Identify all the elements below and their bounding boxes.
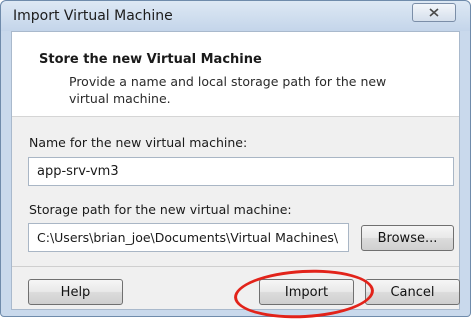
import-vm-dialog: Import Virtual Machine Store the new Vir… [0, 0, 471, 322]
help-button[interactable]: Help [28, 279, 123, 305]
footer-divider [12, 266, 459, 267]
header-description: Provide a name and local storage path fo… [69, 74, 387, 106]
title-bar[interactable]: Import Virtual Machine [1, 1, 470, 31]
cancel-button[interactable]: Cancel [365, 279, 460, 305]
window-title: Import Virtual Machine [13, 8, 173, 24]
path-label: Storage path for the new virtual machine… [29, 202, 292, 217]
vm-name-input[interactable]: app-srv-vm3 [28, 157, 454, 186]
import-button[interactable]: Import [259, 279, 354, 305]
name-label: Name for the new virtual machine: [29, 135, 248, 150]
storage-path-input[interactable]: C:\Users\brian_joe\Documents\Virtual Mac… [28, 223, 349, 252]
wizard-header: Store the new Virtual Machine Provide a … [12, 32, 459, 117]
header-title: Store the new Virtual Machine [39, 52, 262, 67]
close-button[interactable] [412, 3, 456, 22]
close-icon [429, 8, 439, 17]
browse-button[interactable]: Browse... [361, 225, 454, 251]
dialog-body: Store the new Virtual Machine Provide a … [11, 31, 460, 322]
